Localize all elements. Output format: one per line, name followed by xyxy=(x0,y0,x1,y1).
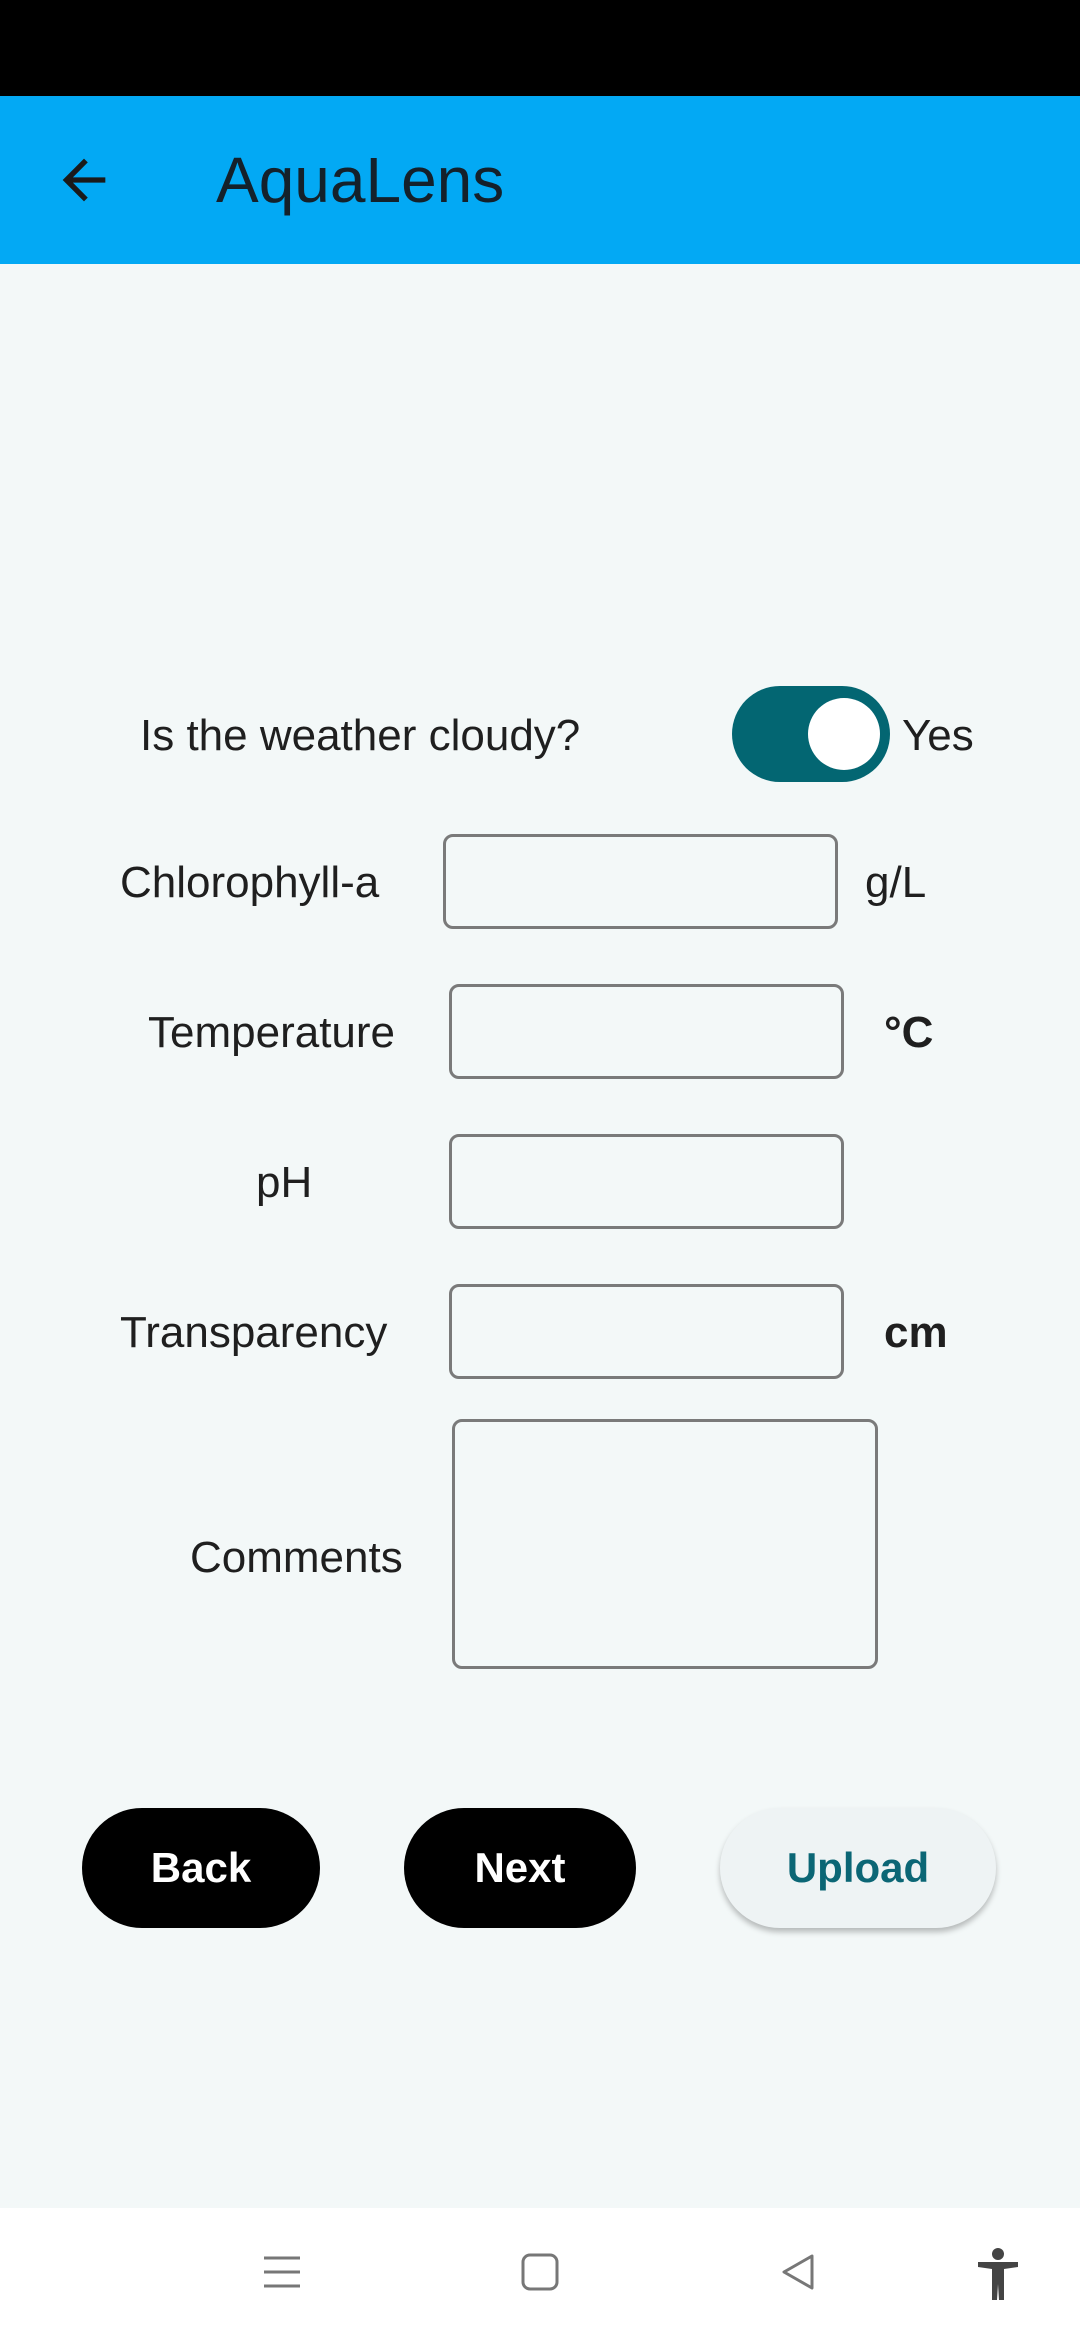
ph-label: pH xyxy=(256,1158,313,1207)
transparency-unit: cm xyxy=(884,1308,948,1357)
back-button[interactable]: Back xyxy=(82,1808,320,1928)
temperature-unit: °C xyxy=(884,1008,934,1057)
transparency-label: Transparency xyxy=(120,1308,388,1357)
status-bar xyxy=(0,0,1080,96)
transparency-input[interactable] xyxy=(449,1284,844,1379)
app-title: AquaLens xyxy=(216,144,505,216)
cloudy-value-label: Yes xyxy=(902,711,974,760)
chlorophyll-input[interactable] xyxy=(443,834,838,929)
cloudy-toggle[interactable] xyxy=(732,686,890,782)
comments-textarea[interactable] xyxy=(452,1419,878,1669)
comments-label: Comments xyxy=(190,1533,403,1582)
menu-icon[interactable] xyxy=(262,2252,302,2292)
temperature-label: Temperature xyxy=(148,1008,396,1057)
cloudy-question-label: Is the weather cloudy? xyxy=(140,711,581,760)
back-triangle-icon[interactable] xyxy=(778,2252,818,2292)
temperature-input[interactable] xyxy=(449,984,844,1079)
home-square-icon[interactable] xyxy=(520,2252,560,2292)
chlorophyll-unit: g/L xyxy=(865,858,927,907)
system-nav-bar xyxy=(0,2208,1080,2340)
back-arrow-icon[interactable] xyxy=(52,148,116,212)
app-bar: AquaLens xyxy=(0,96,1080,264)
accessibility-icon[interactable] xyxy=(975,2248,1021,2302)
chlorophyll-label: Chlorophyll-a xyxy=(120,858,380,907)
ph-input[interactable] xyxy=(449,1134,844,1229)
next-button[interactable]: Next xyxy=(404,1808,636,1928)
upload-button[interactable]: Upload xyxy=(720,1808,996,1928)
toggle-knob xyxy=(808,698,880,770)
